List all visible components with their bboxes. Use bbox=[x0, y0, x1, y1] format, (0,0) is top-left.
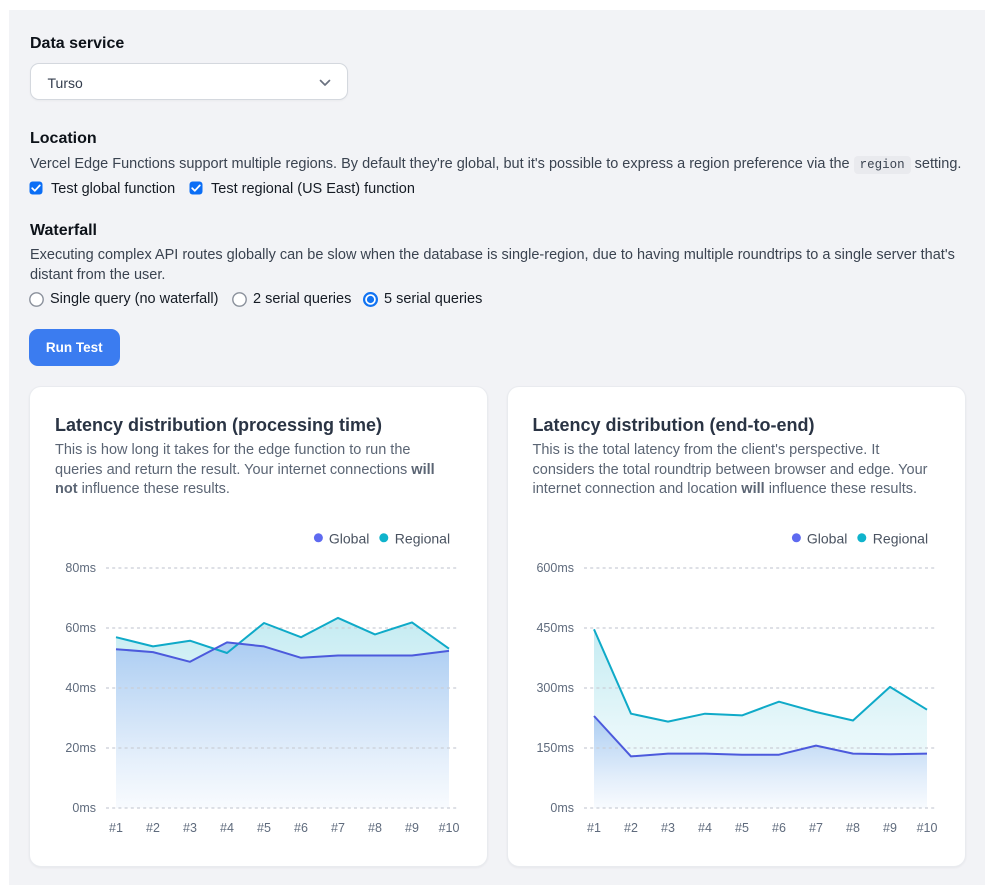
svg-text:#3: #3 bbox=[661, 821, 675, 835]
svg-text:Regional: Regional bbox=[872, 530, 927, 546]
svg-text:80ms: 80ms bbox=[65, 561, 96, 575]
svg-text:#10: #10 bbox=[439, 821, 460, 835]
svg-text:20ms: 20ms bbox=[65, 741, 96, 755]
svg-text:450ms: 450ms bbox=[536, 621, 574, 635]
svg-text:600ms: 600ms bbox=[536, 561, 574, 575]
svg-text:Global: Global bbox=[806, 530, 846, 546]
svg-text:#1: #1 bbox=[109, 821, 123, 835]
svg-text:#7: #7 bbox=[331, 821, 345, 835]
svg-text:0ms: 0ms bbox=[550, 801, 574, 815]
svg-text:60ms: 60ms bbox=[65, 621, 96, 635]
svg-text:#5: #5 bbox=[735, 821, 749, 835]
svg-text:300ms: 300ms bbox=[536, 681, 574, 695]
svg-text:150ms: 150ms bbox=[536, 741, 574, 755]
svg-text:#8: #8 bbox=[368, 821, 382, 835]
svg-text:Global: Global bbox=[329, 530, 369, 546]
svg-text:#10: #10 bbox=[916, 821, 937, 835]
svg-text:#6: #6 bbox=[294, 821, 308, 835]
svg-text:#9: #9 bbox=[405, 821, 419, 835]
svg-text:#2: #2 bbox=[624, 821, 638, 835]
svg-text:#4: #4 bbox=[220, 821, 234, 835]
svg-text:#4: #4 bbox=[698, 821, 712, 835]
svg-text:#2: #2 bbox=[146, 821, 160, 835]
svg-text:#5: #5 bbox=[257, 821, 271, 835]
svg-text:40ms: 40ms bbox=[65, 681, 96, 695]
svg-text:#9: #9 bbox=[883, 821, 897, 835]
svg-text:Regional: Regional bbox=[395, 530, 450, 546]
svg-text:#3: #3 bbox=[183, 821, 197, 835]
svg-text:#1: #1 bbox=[587, 821, 601, 835]
svg-text:0ms: 0ms bbox=[72, 801, 96, 815]
svg-text:#7: #7 bbox=[809, 821, 823, 835]
svg-text:#6: #6 bbox=[772, 821, 786, 835]
svg-text:#8: #8 bbox=[846, 821, 860, 835]
